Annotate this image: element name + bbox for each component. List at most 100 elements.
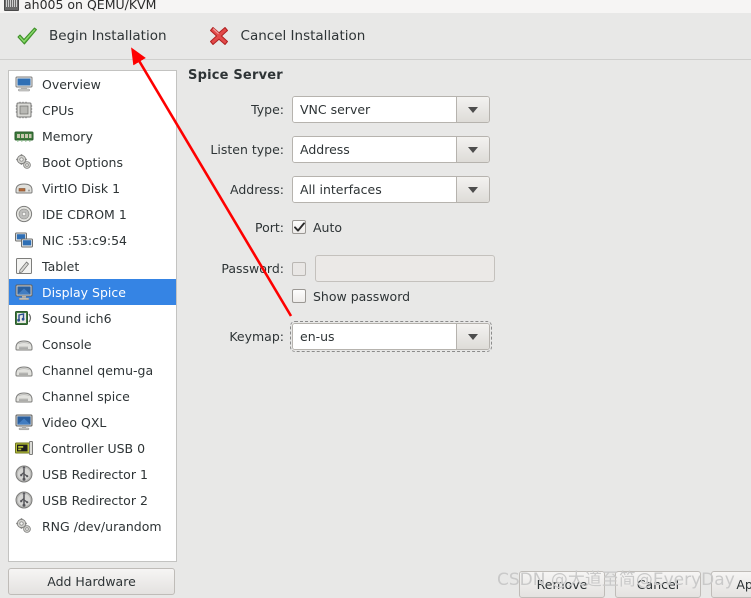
apply-button[interactable]: Apply xyxy=(711,571,751,598)
red-cross-icon xyxy=(206,23,232,49)
usb-icon xyxy=(14,464,34,484)
sidebar-item-ide-cdrom-1[interactable]: IDE CDROM 1 xyxy=(9,201,176,227)
chevron-down-icon[interactable] xyxy=(456,177,489,202)
sidebar-item-label: VirtIO Disk 1 xyxy=(42,180,121,196)
sidebar-item-label: RNG /dev/urandom xyxy=(42,518,162,534)
address-value: All interfaces xyxy=(293,177,456,202)
sidebar-item-label: Sound ich6 xyxy=(42,310,112,326)
chevron-down-icon[interactable] xyxy=(456,97,489,122)
listen-type-row: Listen type: Address xyxy=(188,136,728,163)
sidebar-item-memory[interactable]: Memory xyxy=(9,123,176,149)
checkmark-icon xyxy=(293,221,305,232)
address-label: Address: xyxy=(230,182,284,197)
begin-installation-label: Begin Installation xyxy=(49,28,167,44)
display-icon xyxy=(14,412,34,432)
type-combobox[interactable]: VNC server xyxy=(292,96,490,123)
sidebar-item-label: USB Redirector 1 xyxy=(42,466,148,482)
sidebar-item-label: Tablet xyxy=(42,258,80,274)
console-icon xyxy=(14,386,34,406)
sidebar-item-label: Boot Options xyxy=(42,154,123,170)
toolbar: Begin Installation Cancel Installation xyxy=(0,13,751,60)
remove-button[interactable]: Remove xyxy=(519,571,605,598)
cpu-icon xyxy=(14,100,34,120)
sidebar-item-label: CPUs xyxy=(42,102,74,118)
sidebar-item-usb-redirector-1[interactable]: USB Redirector 1 xyxy=(9,461,176,487)
sidebar-item-sound-ich6[interactable]: Sound ich6 xyxy=(9,305,176,331)
listen-type-label: Listen type: xyxy=(210,142,284,157)
controller-icon xyxy=(14,438,34,458)
window-title: ah005 on QEMU/KVM xyxy=(24,0,157,12)
show-password-checkbox[interactable] xyxy=(292,289,306,303)
sidebar-item-rng-dev-urandom[interactable]: RNG /dev/urandom xyxy=(9,513,176,539)
sidebar-item-label: NIC :53:c9:54 xyxy=(42,232,128,248)
sidebar-item-console[interactable]: Console xyxy=(9,331,176,357)
network-icon xyxy=(14,230,34,250)
cancel-button[interactable]: Cancel xyxy=(615,571,701,598)
show-password-label: Show password xyxy=(313,288,411,304)
port-auto-label: Auto xyxy=(313,219,343,235)
tablet-icon xyxy=(14,256,34,276)
sidebar-item-virtio-disk-1[interactable]: VirtIO Disk 1 xyxy=(9,175,176,201)
sidebar-item-label: Display Spice xyxy=(42,284,126,300)
sidebar-item-tablet[interactable]: Tablet xyxy=(9,253,176,279)
panel-title: Spice Server xyxy=(188,68,283,83)
keymap-label: Keymap: xyxy=(229,329,284,344)
console-icon xyxy=(14,334,34,354)
sidebar-item-label: USB Redirector 2 xyxy=(42,492,148,508)
chevron-down-icon[interactable] xyxy=(456,324,489,349)
sidebar-item-overview[interactable]: Overview xyxy=(9,71,176,97)
keymap-row: Keymap: en-us xyxy=(188,321,728,352)
sidebar-item-label: Channel qemu-ga xyxy=(42,362,154,378)
password-label: Password: xyxy=(221,261,284,276)
sidebar-item-display-spice[interactable]: Display Spice xyxy=(9,279,176,305)
gears-icon xyxy=(14,516,34,536)
add-hardware-button[interactable]: Add Hardware xyxy=(8,568,175,595)
begin-installation-button[interactable]: Begin Installation xyxy=(4,14,177,58)
listen-type-value: Address xyxy=(293,137,456,162)
type-value: VNC server xyxy=(293,97,456,122)
sidebar-item-nic-53-c9-54[interactable]: NIC :53:c9:54 xyxy=(9,227,176,253)
sidebar-item-label: Console xyxy=(42,336,92,352)
type-row: Type: VNC server xyxy=(188,96,728,123)
sidebar-item-controller-usb-0[interactable]: Controller USB 0 xyxy=(9,435,176,461)
spice-server-panel: Spice Server Type: VNC server Listen typ… xyxy=(188,68,728,364)
address-row: Address: All interfaces xyxy=(188,176,728,203)
port-row: Port: Auto xyxy=(188,217,728,237)
sidebar-item-label: Controller USB 0 xyxy=(42,440,146,456)
console-icon xyxy=(14,360,34,380)
keymap-combobox[interactable]: en-us xyxy=(290,321,492,352)
address-combobox[interactable]: All interfaces xyxy=(292,176,490,203)
green-check-icon xyxy=(14,23,40,49)
password-input[interactable] xyxy=(315,255,495,282)
sound-icon xyxy=(14,308,34,328)
port-label: Port: xyxy=(255,219,284,235)
monitor-icon xyxy=(14,74,34,94)
sidebar-item-cpus[interactable]: CPUs xyxy=(9,97,176,123)
cancel-installation-label: Cancel Installation xyxy=(240,28,366,44)
sidebar-item-label: Memory xyxy=(42,128,93,144)
cancel-installation-button[interactable]: Cancel Installation xyxy=(196,14,376,58)
display-icon xyxy=(14,282,34,302)
usb-icon xyxy=(14,490,34,510)
sidebar-item-video-qxl[interactable]: Video QXL xyxy=(9,409,176,435)
sidebar-item-label: Overview xyxy=(42,76,101,92)
computer-icon xyxy=(4,0,19,11)
sidebar-item-label: Channel spice xyxy=(42,388,130,404)
cdrom-icon xyxy=(14,204,34,224)
password-row: Password: xyxy=(188,255,728,282)
password-enable-checkbox[interactable] xyxy=(292,261,306,276)
listen-type-combobox[interactable]: Address xyxy=(292,136,490,163)
sidebar-item-channel-qemu-ga[interactable]: Channel qemu-ga xyxy=(9,357,176,383)
gears-icon xyxy=(14,152,34,172)
chevron-down-icon[interactable] xyxy=(456,137,489,162)
port-auto-checkbox[interactable] xyxy=(292,220,306,234)
sidebar-item-boot-options[interactable]: Boot Options xyxy=(9,149,176,175)
keymap-value: en-us xyxy=(293,324,456,349)
sidebar-item-usb-redirector-2[interactable]: USB Redirector 2 xyxy=(9,487,176,513)
sidebar-item-label: IDE CDROM 1 xyxy=(42,206,127,222)
sidebar-item-label: Video QXL xyxy=(42,414,107,430)
hardware-list[interactable]: Overview CPUs Memory Boot Options VirtIO Dis… xyxy=(8,70,177,562)
sidebar-item-channel-spice[interactable]: Channel spice xyxy=(9,383,176,409)
disk-icon xyxy=(14,178,34,198)
memory-icon xyxy=(14,126,34,146)
